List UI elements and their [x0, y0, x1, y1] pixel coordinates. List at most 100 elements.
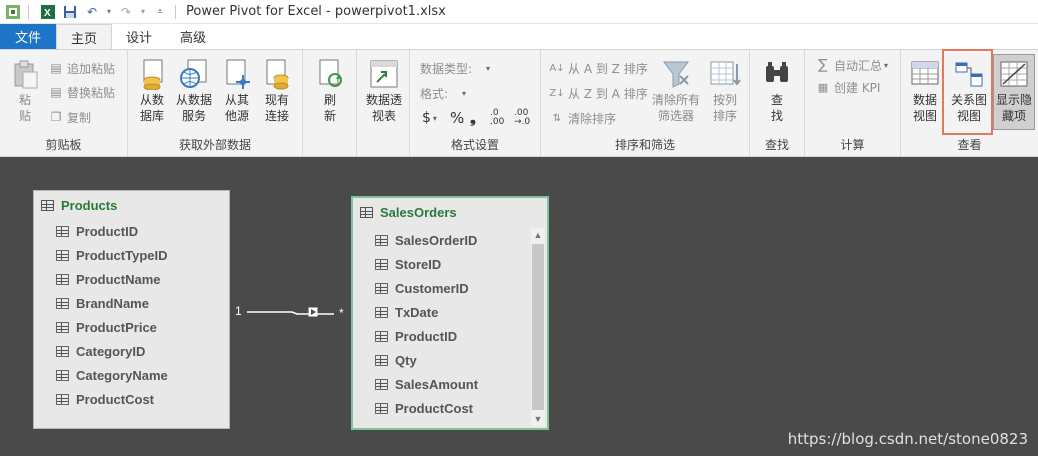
paste-button[interactable]: 粘 贴 [10, 58, 40, 124]
field-row[interactable]: ProductPrice [34, 315, 229, 339]
sort-by-column-icon [710, 61, 741, 86]
currency-button[interactable]: $ ▾ [422, 108, 437, 128]
field-row[interactable]: CategoryID [34, 339, 229, 363]
tab-home[interactable]: 主页 [56, 24, 113, 49]
existing-connections-button[interactable]: 现有 连接 [260, 58, 294, 124]
field-row[interactable]: ProductID [34, 219, 229, 243]
autosum-button[interactable]: ∑ 自动汇总 ▾ [815, 55, 888, 75]
table-icon [41, 199, 54, 211]
group-label-formatting: 格式设置 [450, 138, 499, 152]
sigma-icon: ∑ [818, 57, 828, 73]
field-name: ProductCost [76, 391, 154, 407]
refresh-label: 刷 新 [323, 93, 336, 123]
tab-advanced[interactable]: 高级 [166, 24, 220, 49]
data-type-dropdown[interactable]: 数据类型: ▾ [420, 58, 490, 78]
table-header[interactable]: Products [34, 191, 229, 219]
field-row[interactable]: CustomerID [353, 276, 547, 300]
from-data-service-button[interactable]: 从数据 服务 [174, 58, 214, 124]
clear-sort-button[interactable]: ⇅ 清除排序 [549, 108, 616, 128]
paste-append-label: 追加粘贴 [67, 61, 116, 76]
customize-qat-icon[interactable]: ⩡ [151, 3, 169, 21]
excel-icon[interactable]: X [39, 3, 57, 21]
redo-dropdown-icon[interactable]: ▾ [139, 3, 147, 21]
field-row[interactable]: SalesOrderID [353, 228, 547, 252]
title-bar: X ↶ ▾ ↷ ▾ ⩡ Power Pivot for Excel - powe… [0, 0, 1038, 24]
clear-all-filters-button[interactable]: 清除所有 筛选器 [651, 58, 701, 124]
sort-z-to-a-button[interactable]: Z↓ 从 Z 到 A 排序 [549, 83, 647, 103]
relationship-line[interactable] [230, 298, 352, 326]
pivottable-button[interactable]: 数据透 视表 [363, 58, 405, 124]
paste-replace-button[interactable]: ▤ 替换粘贴 [48, 82, 115, 102]
find-button[interactable]: 查 找 [762, 58, 792, 124]
ribbon: 粘 贴 ▤ 追加粘贴 ▤ 替换粘贴 ❐ 复制 剪贴板 从数 据库 从数据 服务 … [0, 49, 1038, 157]
comma-icon: ❟ [470, 109, 476, 127]
field-row[interactable]: ProductID [353, 324, 547, 348]
field-row[interactable]: TxDate [353, 300, 547, 324]
group-label-sort-filter: 排序和筛选 [614, 138, 675, 152]
column-icon [375, 378, 388, 390]
field-row[interactable]: SalesAmount [353, 372, 547, 396]
field-row[interactable]: CategoryName [34, 363, 229, 387]
group-refresh: 刷 新 [303, 50, 357, 156]
paste-append-button[interactable]: ▤ 追加粘贴 [48, 58, 115, 78]
field-name: Qty [395, 352, 417, 368]
table-products[interactable]: Products ProductID ProductTypeID ProductNa… [33, 190, 230, 429]
refresh-button[interactable]: 刷 新 [315, 58, 345, 124]
pivottable-label: 数据透 视表 [365, 93, 402, 123]
field-list: ProductID ProductTypeID ProductName BrandNa… [34, 219, 229, 411]
from-data-service-label: 从数据 服务 [175, 93, 212, 123]
show-hidden-button[interactable]: 显示隐 藏项 [993, 54, 1035, 130]
save-icon[interactable] [61, 3, 79, 21]
group-label-find: 查找 [764, 138, 789, 152]
from-other-sources-button[interactable]: 从其 他源 [220, 58, 254, 124]
sort-by-column-button[interactable]: 按列 排序 [707, 58, 743, 124]
currency-icon: $ [422, 110, 431, 126]
tab-file[interactable]: 文件 [0, 24, 57, 49]
field-row[interactable]: ProductName [34, 267, 229, 291]
decrease-decimal-button[interactable]: .00 →.0 [514, 108, 530, 128]
existing-connections-icon [266, 59, 289, 90]
format-dropdown[interactable]: 格式: ▾ [420, 83, 466, 103]
create-kpi-button[interactable]: ▦ 创建 KPI [815, 77, 881, 97]
diagram-view-highlight [942, 49, 993, 135]
scroll-up-icon[interactable]: ▲ [531, 228, 545, 242]
svg-text:X: X [44, 8, 51, 19]
field-row[interactable]: StoreID [353, 252, 547, 276]
field-row[interactable]: BrandName [34, 291, 229, 315]
from-database-button[interactable]: 从数 据库 [134, 58, 170, 124]
comma-button[interactable]: ❟ [470, 108, 476, 128]
column-icon [375, 306, 388, 318]
refresh-icon [319, 59, 342, 87]
group-sort-filter: A↓ 从 A 到 Z 排序 Z↓ 从 Z 到 A 排序 ⇅ 清除排序 清除所有 … [541, 50, 750, 156]
undo-dropdown-icon[interactable]: ▾ [105, 3, 113, 21]
group-label-calculations: 计算 [840, 138, 865, 152]
table-salesorders[interactable]: SalesOrders SalesOrderID StoreID CustomerI… [351, 196, 549, 430]
sort-a-to-z-label: 从 A 到 Z 排序 [568, 61, 648, 76]
sort-by-column-label: 按列 排序 [712, 93, 737, 123]
scroll-down-icon[interactable]: ▼ [531, 412, 545, 426]
redo-icon[interactable]: ↷ [117, 3, 135, 21]
undo-icon[interactable]: ↶ [83, 3, 101, 21]
chevron-down-icon: ▾ [432, 113, 437, 123]
column-icon [375, 402, 388, 414]
field-row[interactable]: Qty [353, 348, 547, 372]
field-name: ProductTypeID [76, 247, 168, 263]
group-label-get-external-data: 获取外部数据 [178, 138, 251, 152]
qat-separator [28, 4, 29, 19]
field-row[interactable]: ProductCost [34, 387, 229, 411]
scroll-thumb[interactable] [532, 244, 544, 410]
field-row[interactable]: ProductCost [353, 396, 547, 420]
tab-design[interactable]: 设计 [112, 24, 166, 49]
vertical-scrollbar[interactable]: ▲ ▼ [531, 228, 545, 426]
column-icon [56, 321, 69, 333]
sort-a-to-z-button[interactable]: A↓ 从 A 到 Z 排序 [549, 58, 648, 78]
percent-button[interactable]: % [450, 108, 464, 128]
diagram-canvas[interactable]: Products ProductID ProductTypeID ProductNa… [0, 158, 1038, 456]
increase-decimal-button[interactable]: .0 .00 [490, 108, 504, 128]
chevron-down-icon: ▾ [486, 63, 491, 73]
data-view-button[interactable]: 数据 视图 [909, 58, 941, 124]
table-header[interactable]: SalesOrders [353, 198, 547, 226]
field-row[interactable]: ProductTypeID [34, 243, 229, 267]
data-service-icon [180, 59, 207, 88]
copy-button[interactable]: ❐ 复制 [48, 107, 91, 127]
